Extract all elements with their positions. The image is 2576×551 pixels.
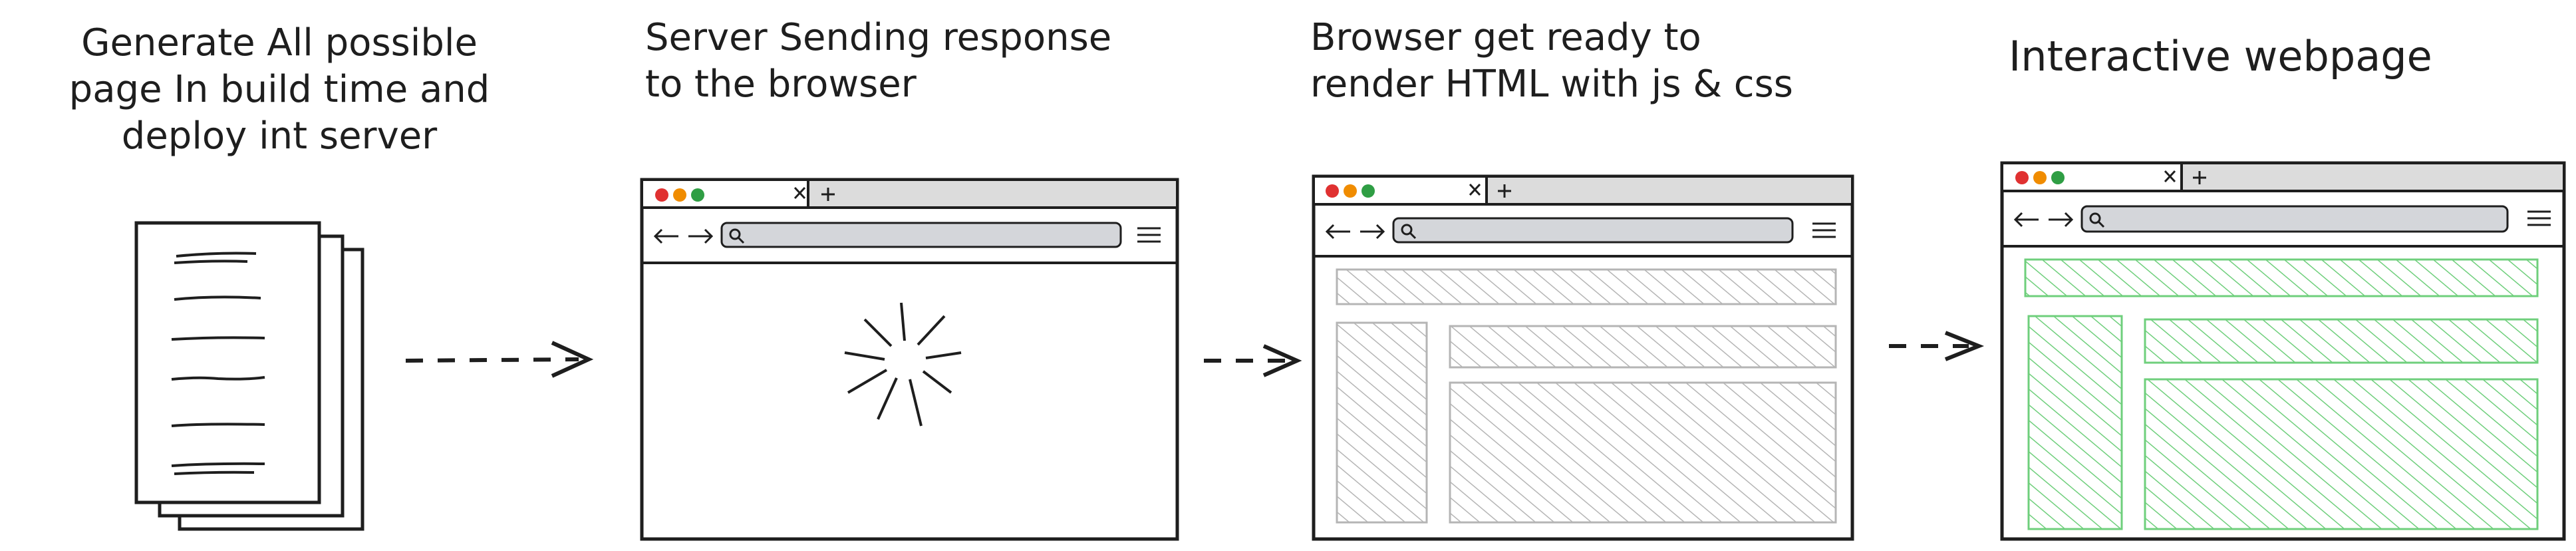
page-sidebar[interactable]	[2027, 315, 2123, 530]
address-bar[interactable]	[720, 222, 1122, 248]
minimize-dot[interactable]	[1344, 184, 1357, 198]
address-bar[interactable]	[2080, 205, 2509, 233]
browser-window-loading	[640, 178, 1179, 541]
close-dot[interactable]	[655, 188, 668, 202]
arrow-right-icon	[1204, 344, 1302, 377]
address-bar[interactable]	[1392, 217, 1794, 244]
browser-window-interactive	[2000, 161, 2566, 541]
flow-diagram	[134, 161, 2566, 541]
page-header[interactable]	[2024, 258, 2539, 297]
minimize-dot[interactable]	[2033, 171, 2047, 184]
maximize-dot[interactable]	[2051, 171, 2065, 184]
skeleton-header	[1336, 268, 1837, 305]
arrow-right-icon	[405, 341, 594, 378]
skeleton-content	[1449, 381, 1837, 524]
close-dot[interactable]	[1326, 184, 1339, 198]
maximize-dot[interactable]	[691, 188, 704, 202]
arrow-right-icon	[1889, 331, 1985, 361]
page-banner[interactable]	[2144, 318, 2539, 364]
document-stack-icon	[134, 221, 364, 531]
skeleton-banner	[1449, 325, 1837, 369]
browser-window-skeleton	[1312, 174, 1854, 541]
close-dot[interactable]	[2015, 171, 2029, 184]
maximize-dot[interactable]	[1361, 184, 1375, 198]
minimize-dot[interactable]	[673, 188, 686, 202]
page-content[interactable]	[2144, 378, 2539, 530]
skeleton-sidebar	[1336, 321, 1428, 524]
